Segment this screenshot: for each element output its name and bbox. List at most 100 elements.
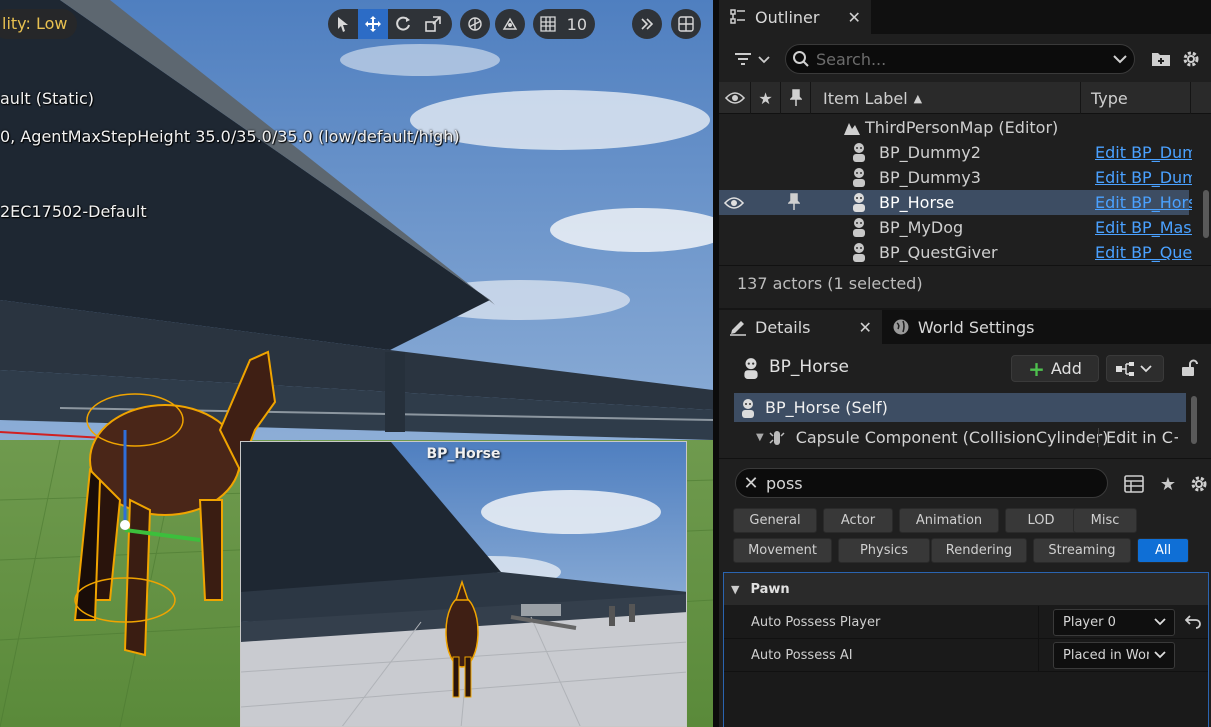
outliner-row-label: BP_Horse — [879, 193, 955, 212]
actor-icon — [744, 358, 758, 379]
tab-world-settings[interactable]: World Settings — [882, 310, 1045, 344]
preview-scene — [241, 442, 686, 726]
category-actor[interactable]: Actor — [823, 508, 893, 533]
visibility-eye-icon[interactable] — [723, 195, 745, 214]
actor-icon — [853, 243, 865, 262]
reset-to-default-icon[interactable] — [1184, 613, 1201, 633]
level-viewport[interactable]: lity: Low ault (Static) 0, AgentMaxStepH… — [0, 0, 713, 727]
outliner-row-label: BP_MyDog — [879, 218, 964, 237]
category-streaming[interactable]: Streaming — [1033, 538, 1131, 563]
outliner-row-bp-dummy2[interactable]: BP_Dummy2 Edit BP_Dummy2 — [719, 140, 1192, 165]
outliner-row-bp-questgiver[interactable]: BP_QuestGiver Edit BP_QuestGiver — [719, 240, 1192, 265]
folder-plus-icon — [1152, 53, 1170, 66]
collapse-arrow-icon[interactable]: ▼ — [731, 583, 739, 596]
translate-mode-button[interactable] — [358, 9, 388, 39]
chevron-down-icon — [1154, 616, 1166, 631]
cursor-arrow-icon — [338, 17, 348, 32]
lock-icon[interactable] — [1177, 356, 1201, 380]
eye-icon[interactable] — [719, 82, 751, 114]
map-row[interactable]: ThirdPersonMap (Editor) — [719, 115, 1189, 140]
prop-row-auto-possess-ai: Auto Possess AI Placed in World — [724, 639, 1208, 672]
category-rendering[interactable]: Rendering — [931, 538, 1027, 563]
edit-blueprint-link[interactable]: Edit BP_Dummy2 — [1095, 143, 1192, 162]
surface-snap-button[interactable] — [495, 9, 525, 39]
close-icon[interactable]: ✕ — [858, 318, 871, 337]
add-folder-button[interactable] — [1149, 47, 1173, 71]
components-scrollbar[interactable] — [1191, 396, 1197, 444]
expand-toolbar-button[interactable] — [632, 9, 662, 39]
quality-indicator[interactable]: lity: Low — [0, 9, 78, 39]
filter-icon — [735, 53, 770, 65]
add-component-button[interactable]: + Add — [1011, 355, 1099, 382]
edit-blueprint-link[interactable]: Edit BP_MasterDog — [1095, 218, 1192, 237]
pin-icon[interactable] — [781, 82, 811, 114]
item-label-column[interactable]: Item Label ▲ — [811, 82, 1081, 114]
property-matrix-button[interactable] — [1122, 472, 1146, 496]
close-icon[interactable]: ✕ — [847, 8, 860, 27]
type-column[interactable]: Type — [1081, 82, 1191, 114]
edit-in-cpp-link[interactable]: Edit in C++ — [1098, 428, 1178, 447]
tab-details[interactable]: Details ✕ — [719, 310, 882, 344]
auto-possess-ai-combo[interactable]: Placed in World — [1053, 642, 1175, 669]
favorites-star-icon[interactable]: ★ — [1156, 472, 1180, 496]
map-label: ThirdPersonMap (Editor) — [865, 118, 1059, 137]
layout-toolbar — [671, 9, 701, 39]
type-header: Type — [1091, 88, 1128, 108]
outliner-row-bp-dummy3[interactable]: BP_Dummy3 Edit BP_Dummy3 — [719, 165, 1192, 190]
edit-blueprint-link[interactable]: Edit BP_Dummy3 — [1095, 168, 1192, 187]
outliner-row-bp-horse[interactable]: BP_Horse Edit BP_Horse — [719, 190, 1192, 215]
camera-preview: BP_Horse — [240, 441, 687, 727]
pin-icon[interactable] — [787, 193, 801, 215]
viewport-layout-button[interactable] — [671, 9, 701, 39]
outliner-filter-button[interactable] — [733, 47, 773, 71]
expand-arrow-icon[interactable]: ▼ — [756, 432, 764, 443]
grid-snap-toggle[interactable] — [533, 9, 563, 39]
blueprint-options-button[interactable] — [1106, 355, 1164, 382]
preview-title: BP_Horse — [426, 446, 501, 462]
details-search-input[interactable] — [766, 473, 1107, 493]
outliner-search-input[interactable] — [816, 49, 1106, 69]
edit-blueprint-link[interactable]: Edit BP_QuestGiver — [1095, 243, 1192, 262]
category-animation[interactable]: Animation — [899, 508, 999, 533]
star-icon[interactable]: ★ — [751, 82, 781, 114]
plus-icon: + — [1028, 356, 1045, 381]
grid-snap-toolbar: 10 — [533, 9, 595, 39]
world-axes-icon — [468, 17, 482, 31]
outliner-scrollbar[interactable] — [1203, 190, 1209, 238]
world-local-button[interactable] — [460, 9, 490, 39]
auto-possess-player-combo[interactable]: Player 0 — [1053, 609, 1175, 636]
category-misc[interactable]: Misc — [1073, 508, 1137, 533]
component-row-capsule[interactable]: ▼ Capsule Component (CollisionCylinder) … — [734, 423, 1186, 452]
edit-blueprint-link[interactable]: Edit BP_Horse — [1095, 193, 1192, 212]
details-search[interactable]: ✕ — [735, 468, 1108, 498]
details-actor-name: BP_Horse — [769, 357, 849, 377]
chevron-down-icon[interactable] — [1106, 54, 1134, 64]
grid-snap-value[interactable]: 10 — [563, 15, 595, 34]
outliner-row-bp-mydog[interactable]: BP_MyDog Edit BP_MasterDog — [719, 215, 1192, 240]
scale-mode-button[interactable] — [418, 9, 448, 39]
category-general[interactable]: General — [733, 508, 817, 533]
category-all[interactable]: All — [1137, 538, 1189, 563]
details-settings-button[interactable] — [1187, 472, 1211, 496]
details-tab-label: Details — [755, 317, 811, 337]
clear-search-icon[interactable]: ✕ — [736, 473, 766, 494]
rotate-icon — [396, 16, 410, 31]
pawn-section-header[interactable]: ▼ Pawn — [724, 573, 1208, 605]
category-lod[interactable]: LOD — [1005, 508, 1077, 533]
outliner-settings-button[interactable] — [1179, 47, 1203, 71]
actors-count: 137 actors (1 selected) — [737, 274, 923, 293]
add-button-label: Add — [1050, 359, 1082, 378]
component-row-self[interactable]: BP_Horse (Self) — [734, 393, 1186, 422]
rotate-mode-button[interactable] — [388, 9, 418, 39]
transform-toolbar — [328, 9, 452, 39]
category-physics[interactable]: Physics — [838, 538, 930, 563]
divider — [719, 265, 1211, 266]
surface-snap-toolbar — [495, 9, 525, 39]
outliner-search[interactable] — [785, 44, 1135, 74]
select-mode-button[interactable] — [328, 9, 358, 39]
tab-outliner[interactable]: Outliner ✕ — [719, 0, 871, 34]
category-movement[interactable]: Movement — [733, 538, 832, 563]
prop-label: Auto Possess Player — [751, 615, 881, 630]
pencil-icon — [729, 318, 747, 336]
pawn-section-title: Pawn — [750, 581, 790, 597]
